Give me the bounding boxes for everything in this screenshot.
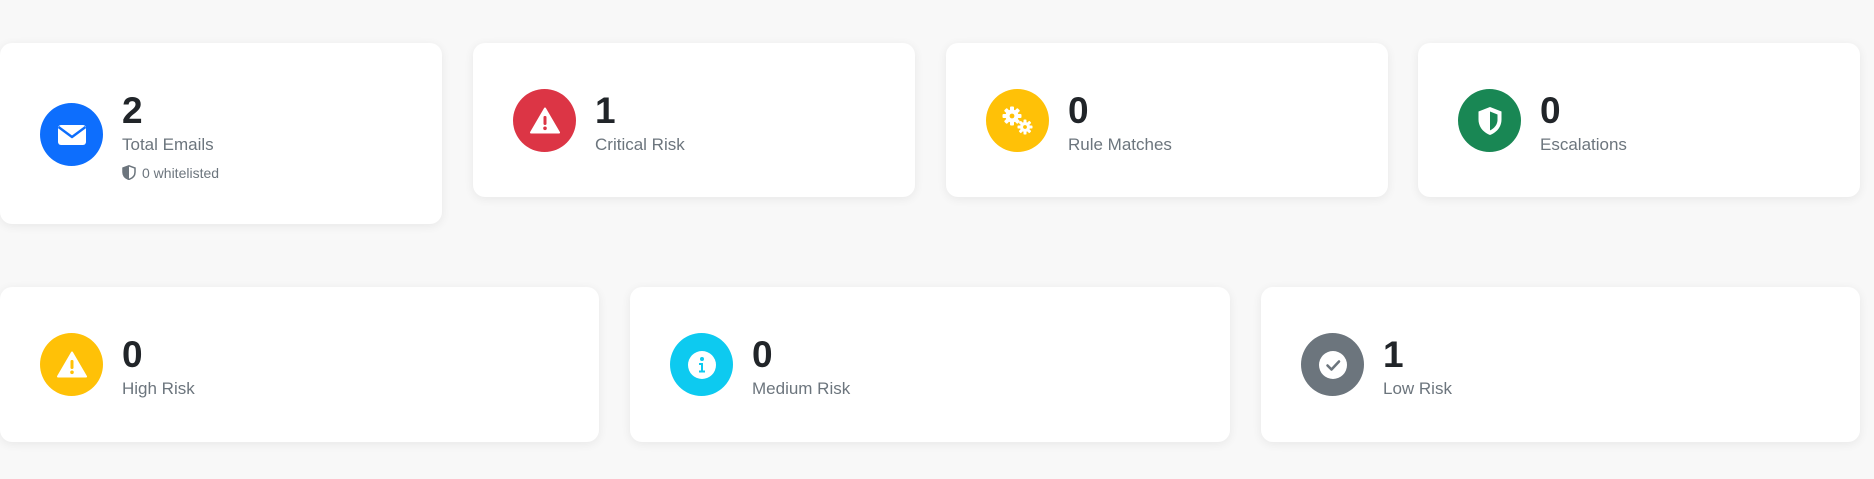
stat-card-low-risk: 1 Low Risk [1261,287,1860,442]
shield-icon [1458,89,1521,152]
stat-value: 0 [1540,90,1561,131]
stat-card-total-emails: 2 Total Emails 0 whitelisted [0,43,442,224]
warning-triangle-icon [513,89,576,152]
stat-card-medium-risk: 0 Medium Risk [630,287,1230,442]
stat-value: 1 [1383,334,1404,375]
info-circle-icon [670,333,733,396]
stat-value: 0 [122,334,143,375]
shield-half-icon [122,165,136,180]
whitelisted-count: 0 whitelisted [122,165,219,180]
stat-card-high-risk: 0 High Risk [0,287,599,442]
stat-card-escalations: 0 Escalations [1418,43,1860,197]
stat-label: Total Emails [122,135,214,154]
envelope-icon [40,103,103,166]
stat-value: 0 [752,334,773,375]
stat-label: Escalations [1540,135,1627,154]
whitelisted-text: 0 whitelisted [142,164,220,181]
stat-label: Low Risk [1383,379,1452,398]
stat-card-rule-matches: 0 Rule Matches [946,43,1388,197]
stat-card-critical-risk: 1 Critical Risk [473,43,915,197]
check-circle-icon [1301,333,1364,396]
stat-value: 1 [595,90,616,131]
stat-label: High Risk [122,379,195,398]
warning-triangle-icon [40,333,103,396]
stat-label: Medium Risk [752,379,851,398]
stat-value: 2 [122,90,143,131]
stat-label: Rule Matches [1068,135,1172,154]
gears-icon [986,89,1049,152]
stat-label: Critical Risk [595,135,685,154]
stat-value: 0 [1068,90,1089,131]
